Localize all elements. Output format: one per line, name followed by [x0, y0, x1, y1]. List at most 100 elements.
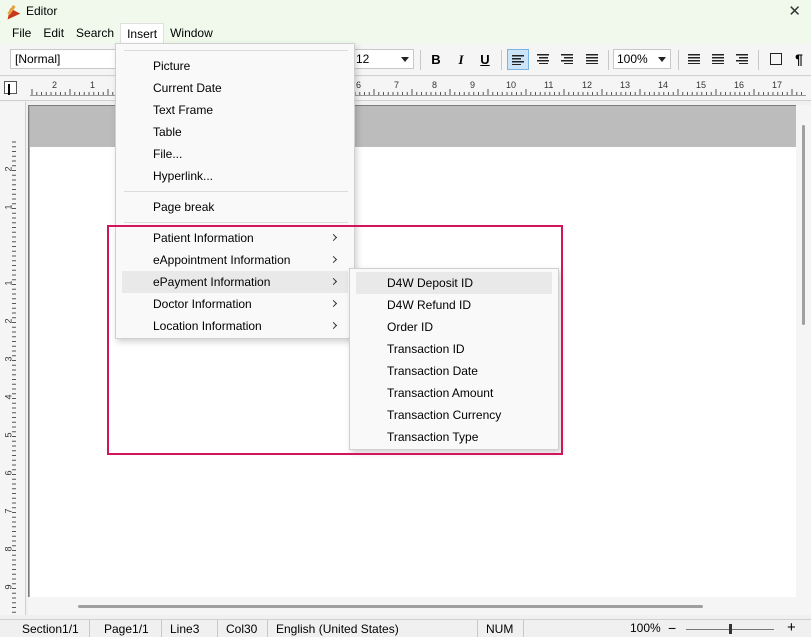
vertical-scrollbar[interactable]	[796, 105, 811, 615]
status-bar: Section1/1 Page1/1 Line3 Col30 English (…	[0, 619, 811, 637]
chevron-right-icon	[329, 277, 338, 286]
ruler-number: 1	[3, 204, 14, 210]
submenu-item-order-id[interactable]: Order ID	[356, 316, 552, 338]
ruler-number: 4	[3, 394, 14, 400]
menu-item-text-frame[interactable]: Text Frame	[122, 99, 348, 121]
insert-menu-dropdown: Picture Current Date Text Frame Table Fi…	[115, 43, 355, 339]
vertical-ruler[interactable]: 2 1 1 2 3 4 5 6 7 8 9	[0, 102, 26, 615]
bullet-list-button[interactable]	[683, 49, 705, 70]
menu-search[interactable]: Search	[70, 23, 120, 43]
status-language: English (United States)	[268, 619, 478, 637]
close-icon[interactable]: ✕	[788, 2, 801, 20]
epayment-submenu: D4W Deposit ID D4W Refund ID Order ID Tr…	[349, 268, 559, 450]
ruler-number: 1	[3, 280, 14, 286]
submenu-item-d4w-deposit-id[interactable]: D4W Deposit ID	[356, 272, 552, 294]
font-size-select[interactable]: 12	[352, 49, 414, 69]
menu-item-doctor-information[interactable]: Doctor Information	[122, 293, 348, 315]
align-left-icon	[512, 55, 524, 65]
ruler-number: 3	[3, 356, 14, 362]
frame-button[interactable]	[765, 49, 787, 70]
menu-item-file[interactable]: File...	[122, 143, 348, 165]
zoom-value: 100%	[617, 52, 648, 66]
menu-item-picture[interactable]: Picture	[122, 55, 348, 77]
submenu-item-transaction-amount[interactable]: Transaction Amount	[356, 382, 552, 404]
menu-bar: File Edit Search Insert Window	[0, 22, 811, 44]
bold-button[interactable]: B	[425, 49, 447, 70]
menu-item-location-information[interactable]: Location Information	[122, 315, 348, 337]
frame-icon	[770, 53, 782, 65]
ruler-number: 7	[3, 508, 14, 514]
align-center-icon	[537, 54, 549, 64]
submenu-item-transaction-currency[interactable]: Transaction Currency	[356, 404, 552, 426]
menu-item-label: ePayment Information	[153, 275, 271, 289]
status-line: Line3	[162, 619, 218, 637]
toolbar-divider	[608, 50, 609, 70]
numbered-list-button[interactable]	[707, 49, 729, 70]
submenu-item-transaction-date[interactable]: Transaction Date	[356, 360, 552, 382]
ruler-number: 16	[734, 80, 745, 90]
menu-item-epayment-information[interactable]: ePayment Information	[122, 271, 348, 293]
ruler-number: 2	[52, 80, 58, 90]
status-col: Col30	[218, 619, 268, 637]
toolbar-divider	[420, 50, 421, 70]
ruler-number: 8	[3, 546, 14, 552]
chevron-right-icon	[329, 299, 338, 308]
menu-edit[interactable]: Edit	[37, 23, 70, 43]
submenu-item-transaction-id[interactable]: Transaction ID	[356, 338, 552, 360]
show-formatting-button[interactable]: ¶	[788, 49, 810, 70]
horizontal-scrollbar[interactable]	[28, 597, 796, 615]
status-num: NUM	[478, 619, 524, 637]
align-left-button[interactable]	[507, 49, 529, 70]
status-section: Section1/1	[0, 619, 90, 637]
submenu-item-d4w-refund-id[interactable]: D4W Refund ID	[356, 294, 552, 316]
outline-list-icon	[736, 54, 748, 64]
submenu-item-transaction-type[interactable]: Transaction Type	[356, 426, 552, 448]
menu-window[interactable]: Window	[164, 23, 219, 43]
menu-separator	[124, 50, 348, 51]
title-bar: Editor ✕	[0, 0, 811, 22]
ruler-number: 9	[3, 584, 14, 590]
menu-item-patient-information[interactable]: Patient Information	[122, 227, 348, 249]
menu-item-eappointment-information[interactable]: eAppointment Information	[122, 249, 348, 271]
zoom-in-icon[interactable]: +	[787, 619, 796, 636]
ruler-number: 1	[90, 80, 96, 90]
ruler-number: 8	[432, 80, 438, 90]
outline-list-button[interactable]	[731, 49, 753, 70]
zoom-select[interactable]: 100%	[613, 49, 671, 69]
paragraph-style-select[interactable]: [Normal]	[10, 49, 120, 69]
menu-item-hyperlink[interactable]: Hyperlink...	[122, 165, 348, 187]
menu-item-current-date[interactable]: Current Date	[122, 77, 348, 99]
horizontal-scroll-thumb[interactable]	[78, 605, 703, 608]
menu-separator	[124, 222, 348, 223]
underline-button[interactable]: U	[474, 49, 496, 70]
align-center-button[interactable]	[532, 49, 554, 70]
menu-item-label: Location Information	[153, 319, 262, 333]
menu-separator	[124, 191, 348, 192]
chevron-down-icon	[401, 57, 409, 62]
vertical-scroll-thumb[interactable]	[802, 125, 805, 325]
menu-item-table[interactable]: Table	[122, 121, 348, 143]
ruler-number: 17	[772, 80, 783, 90]
zoom-out-icon[interactable]: −	[668, 620, 676, 636]
bullet-list-icon	[688, 54, 700, 64]
italic-button[interactable]: I	[450, 49, 472, 70]
toolbar-divider	[501, 50, 502, 70]
zoom-slider-handle[interactable]	[729, 624, 732, 634]
app-logo-icon	[4, 3, 20, 19]
menu-insert[interactable]: Insert	[120, 23, 165, 43]
menu-file[interactable]: File	[6, 23, 37, 43]
chevron-right-icon	[329, 321, 338, 330]
ruler-number: 9	[470, 80, 476, 90]
align-right-button[interactable]	[556, 49, 578, 70]
ruler-number: 15	[696, 80, 707, 90]
status-page: Page1/1	[90, 619, 162, 637]
font-size-value: 12	[356, 52, 370, 66]
numbered-list-icon	[712, 54, 724, 64]
ruler-number: 5	[3, 432, 14, 438]
ruler-number: 10	[506, 80, 517, 90]
ruler-number: 12	[582, 80, 593, 90]
menu-item-label: Patient Information	[153, 231, 254, 245]
align-justify-button[interactable]	[581, 49, 603, 70]
menu-item-page-break[interactable]: Page break	[122, 196, 348, 218]
tab-stop-icon[interactable]	[4, 81, 17, 94]
